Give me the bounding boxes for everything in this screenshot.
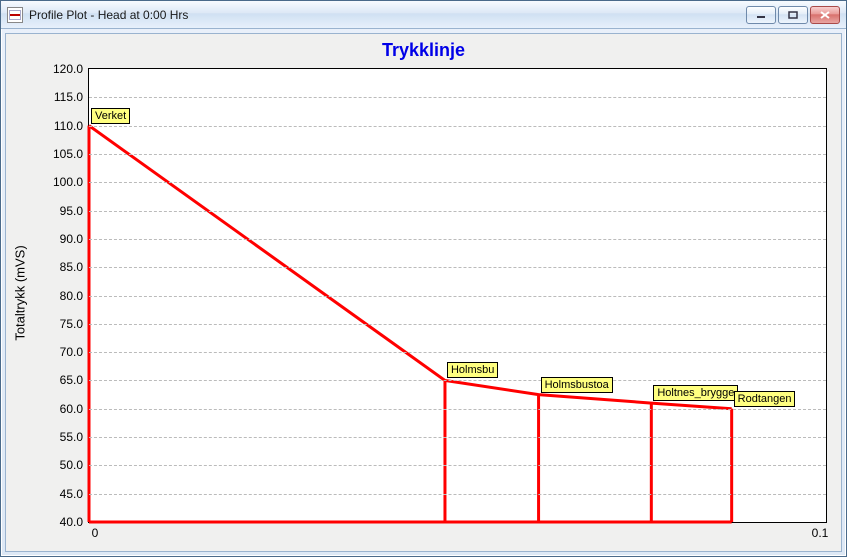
gridline <box>89 494 826 495</box>
y-tick-label: 55.0 <box>60 430 83 444</box>
y-axis-label: Totaltrykk (mVS) <box>13 245 28 340</box>
gridline <box>89 324 826 325</box>
gridline <box>89 409 826 410</box>
y-tick-label: 85.0 <box>60 260 83 274</box>
close-icon <box>820 11 830 19</box>
window-title: Profile Plot - Head at 0:00 Hrs <box>29 8 740 22</box>
y-tick-label: 115.0 <box>54 90 83 104</box>
maximize-button[interactable] <box>778 6 808 24</box>
y-tick-label: 110.0 <box>54 119 83 133</box>
minimize-icon <box>756 11 766 19</box>
gridline <box>89 380 826 381</box>
gridline <box>89 154 826 155</box>
gridline <box>89 211 826 212</box>
app-icon <box>7 7 23 23</box>
x-tick-label: 0.1 <box>812 526 829 540</box>
gridline <box>89 296 826 297</box>
x-tick-label: 0 <box>92 526 99 540</box>
y-tick-label: 40.0 <box>60 515 83 529</box>
gridline <box>89 126 826 127</box>
titlebar[interactable]: Profile Plot - Head at 0:00 Hrs <box>1 1 846 29</box>
y-tick-label: 75.0 <box>60 317 83 331</box>
gridline <box>89 437 826 438</box>
maximize-icon <box>788 11 798 19</box>
gridline <box>89 182 826 183</box>
y-tick-label: 50.0 <box>60 458 83 472</box>
y-tick-label: 80.0 <box>60 289 83 303</box>
app-window: Profile Plot - Head at 0:00 Hrs Trykklin… <box>0 0 847 557</box>
node-label: Rodtangen <box>734 391 796 407</box>
gridline <box>89 97 826 98</box>
y-tick-label: 70.0 <box>60 345 83 359</box>
gridline <box>89 352 826 353</box>
y-tick-label: 90.0 <box>60 232 83 246</box>
chart: Trykklinje Totaltrykk (mVS) 40.045.050.0… <box>6 34 841 551</box>
gridline <box>89 465 826 466</box>
y-tick-label: 100.0 <box>53 175 83 189</box>
y-tick-label: 60.0 <box>60 402 83 416</box>
node-label: Holtnes_brygge <box>653 385 738 401</box>
close-button[interactable] <box>810 6 840 24</box>
gridline <box>89 267 826 268</box>
y-tick-label: 120.0 <box>53 62 83 76</box>
client-area: Trykklinje Totaltrykk (mVS) 40.045.050.0… <box>5 33 842 552</box>
gridline <box>89 239 826 240</box>
window-buttons <box>746 6 840 24</box>
node-label: Holmsbu <box>447 362 498 378</box>
y-tick-label: 95.0 <box>60 204 83 218</box>
y-tick-label: 105.0 <box>53 147 83 161</box>
plot-area: 40.045.050.055.060.065.070.075.080.085.0… <box>88 68 827 523</box>
node-label: Verket <box>91 108 130 124</box>
minimize-button[interactable] <box>746 6 776 24</box>
y-tick-label: 65.0 <box>60 373 83 387</box>
y-tick-label: 45.0 <box>60 487 83 501</box>
chart-title: Trykklinje <box>6 40 841 61</box>
node-label: Holmsbustoa <box>541 377 613 393</box>
